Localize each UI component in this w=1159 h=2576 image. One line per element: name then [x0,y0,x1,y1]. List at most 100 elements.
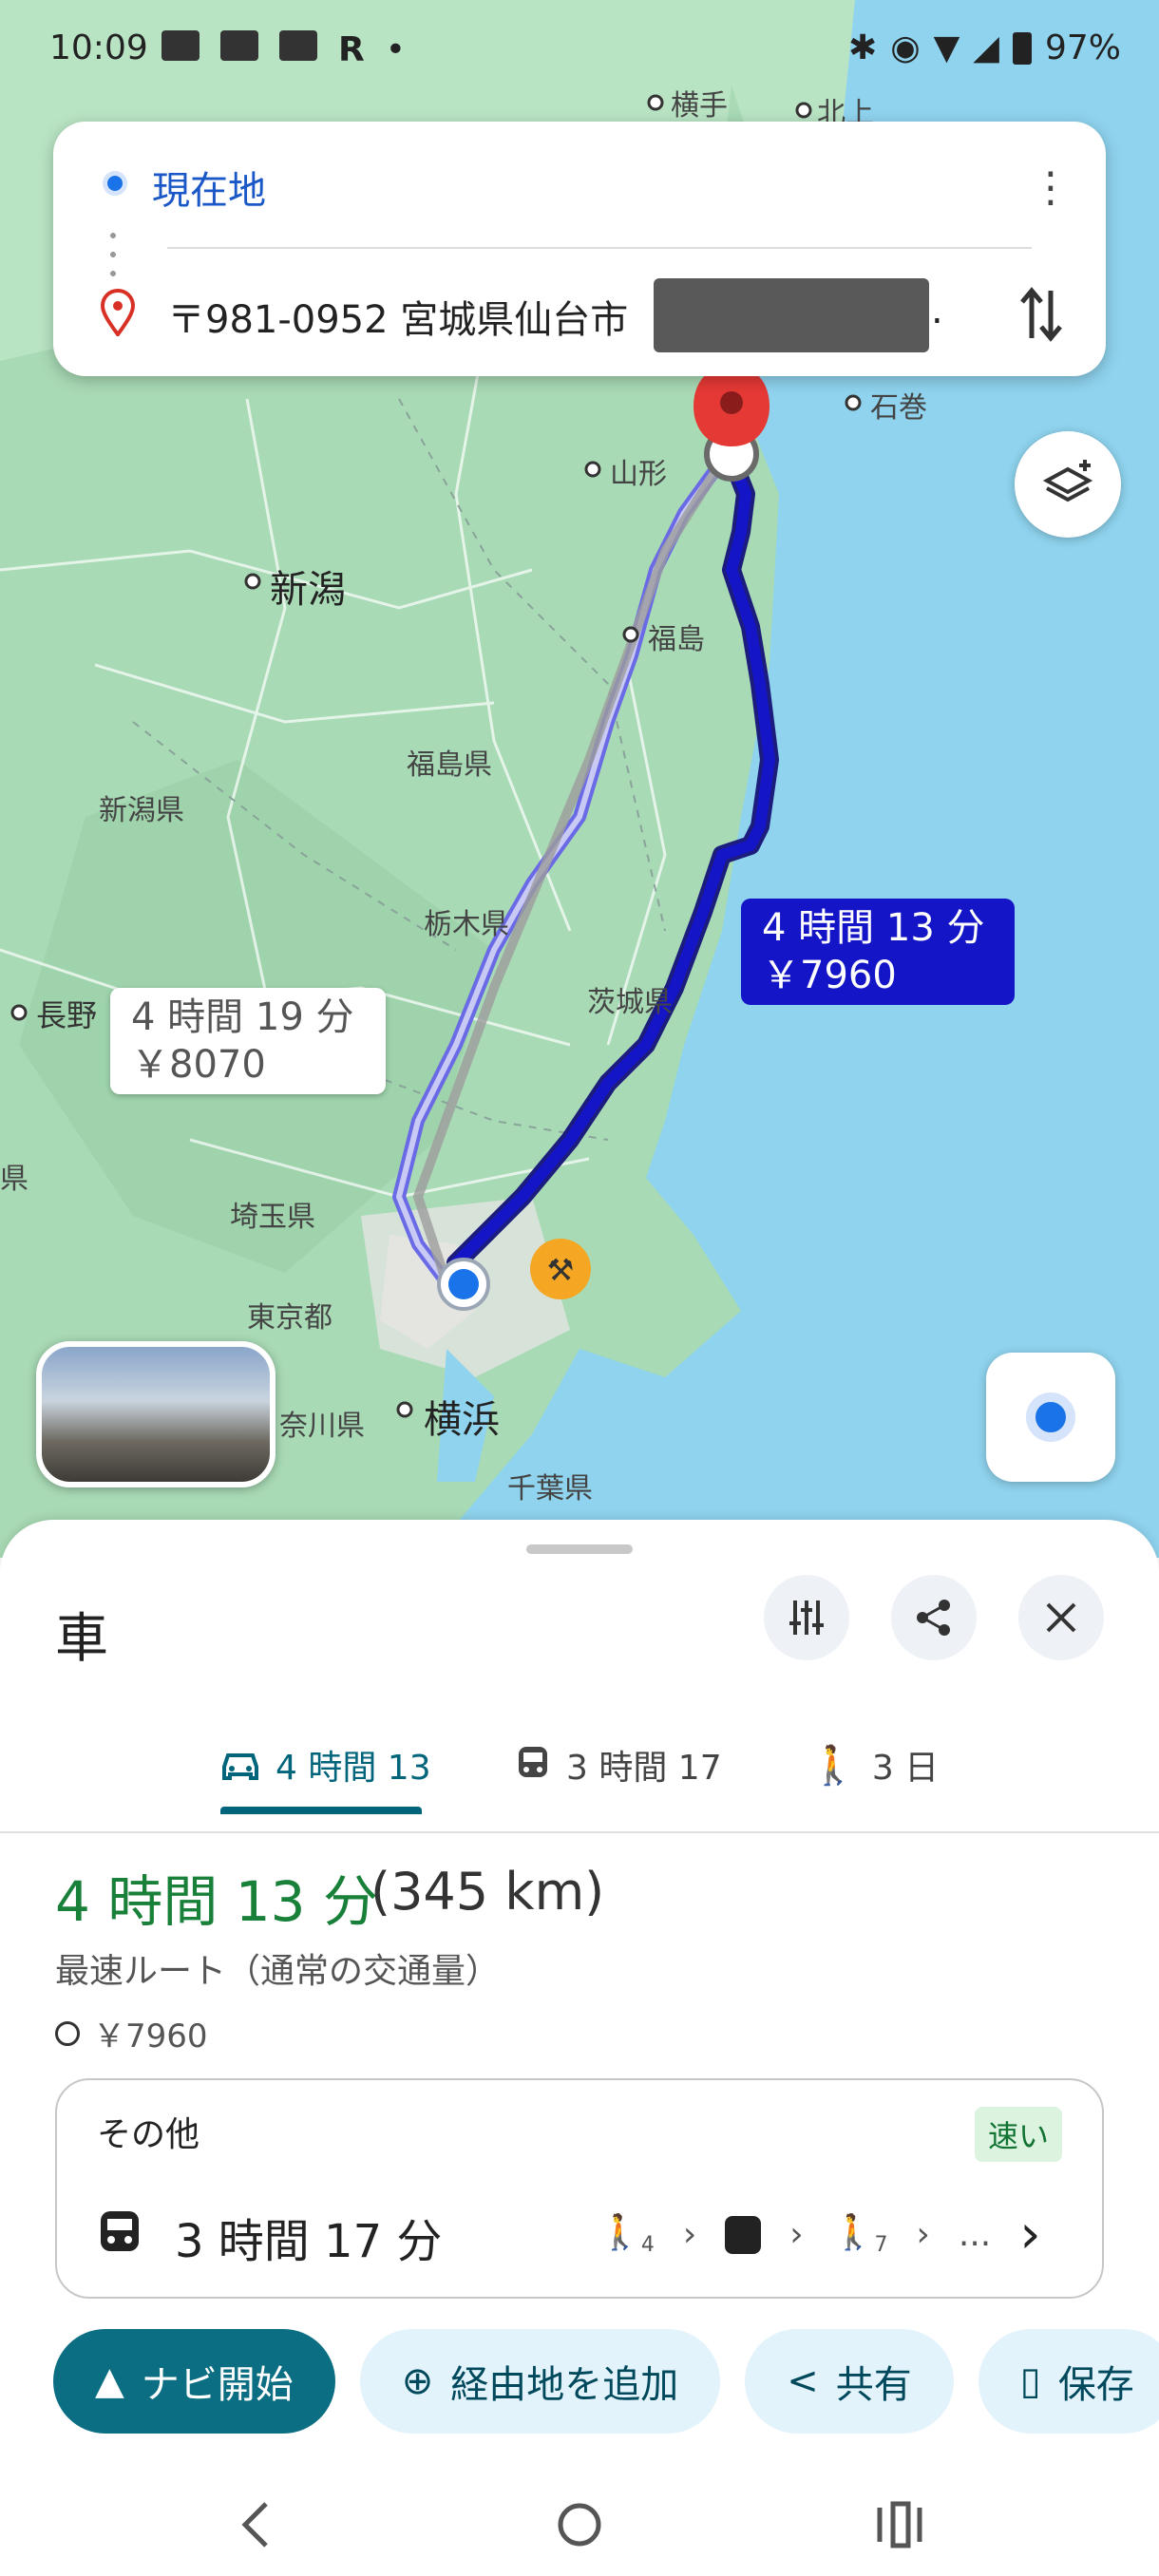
street-view-thumbnail[interactable] [36,1341,276,1487]
map-label-kanagawa-pref: 奈川県 [279,1410,365,1443]
status-bar: 10:09 R • ✱ ◉ ▼ ◢ 97% [0,0,1159,104]
map-label-niigata-pref: 新潟県 [99,794,184,827]
active-tab-indicator [220,1807,422,1814]
action-buttons: ▲ ナビ開始 ⊕ 経由地を追加 < 共有 ▯ 保存 [53,2329,1159,2434]
save-button[interactable]: ▯ 保存 [978,2329,1159,2434]
destination-field[interactable]: 〒981-0952 宮城県仙台市 [167,289,628,344]
walk-minutes-1: 4 [640,2233,655,2258]
directions-bottom-sheet: 車 4 時間 13 3 時間 17 🚶 3 日 4 時間 13 分 (345 k… [0,1520,1159,2576]
walk-icon: 🚶 [809,1743,857,1788]
youtube-icon [220,30,258,61]
share-button[interactable] [891,1575,977,1660]
map-label-niigata: 新潟 [270,568,346,612]
travel-mode-title: 車 [55,1608,108,1670]
bookmark-icon: ▯ [1019,2359,1041,2403]
share-route-label: 共有 [835,2363,912,2407]
start-navigation-label: ナビ開始 [141,2363,294,2407]
chevron-right-icon: › [789,2215,804,2254]
options-icon [789,1601,824,1635]
route-toll: ￥7960 [55,2010,208,2056]
app-icon [279,30,317,61]
share-icon [917,1600,950,1636]
save-label: 保存 [1057,2363,1134,2407]
tab-drive[interactable]: 4 時間 13 [220,1740,431,1790]
my-location-icon [1026,1392,1075,1442]
chevron-right-icon: › [916,2215,930,2254]
route-description: 最速ルート（通常の交通量） [55,1952,501,1991]
location-icon: ◉ [890,28,921,67]
recents-icon[interactable] [874,2498,923,2551]
status-time: 10:09 [49,28,148,67]
add-stop-icon: ⊕ [401,2359,434,2403]
field-divider [167,247,1032,249]
map-label-tochigi-pref: 栃木県 [424,908,509,941]
tab-drive-label: 4 時間 13 [276,1749,431,1788]
toll-icon [55,2020,80,2046]
redacted-address [654,278,929,352]
tab-walk[interactable]: 🚶 3 日 [809,1740,939,1790]
bluetooth-icon: ✱ [848,28,878,67]
home-icon[interactable] [555,2498,604,2551]
add-stop-button[interactable]: ⊕ 経由地を追加 [359,2329,721,2434]
dot-icon: • [385,30,406,69]
map-label-saitama-pref: 埼玉県 [230,1201,315,1234]
layers-button[interactable] [1015,431,1121,538]
walk-icon: 🚶4 [598,2212,655,2258]
map-label-edge-ken: 県 [0,1163,28,1196]
sheet-drag-handle[interactable] [526,1544,633,1554]
battery-icon [1012,31,1032,65]
layers-icon [1042,460,1093,502]
add-stop-label: 経由地を追加 [450,2363,679,2407]
my-location-button[interactable] [986,1353,1115,1482]
map-label-tokyo-pref: 東京都 [247,1301,332,1335]
route-duration: 4 時間 13 分 [55,1869,379,1934]
transit-duration: 3 時間 17 分 [175,2215,443,2268]
tab-walk-label: 3 日 [871,1749,940,1788]
r-icon: R [338,30,365,69]
route-options-button[interactable] [764,1575,849,1660]
ellipsis: ... [958,2215,992,2254]
map-label-yokohama: 横浜 [424,1398,500,1442]
walk-icon: 🚶7 [831,2212,888,2258]
other-routes-card[interactable]: その他 速い 3 時間 17 分 🚶4 › › 🚶7 › ... › [55,2078,1104,2299]
back-icon[interactable] [238,2498,276,2551]
share-icon: < [787,2359,819,2403]
start-navigation-button[interactable]: ▲ ナビ開始 [53,2329,335,2434]
status-left-icons: R • [162,30,406,69]
train-icon [101,2211,139,2251]
share-route-button[interactable]: < 共有 [745,2329,954,2434]
map-label-fukushima-pref: 福島県 [407,748,492,782]
route-toll-value: ￥7960 [93,2017,208,2055]
alt-route-toll: ￥8070 [131,1043,266,1087]
svg-text:⚒: ⚒ [547,1252,575,1288]
primary-route-label[interactable]: 4 時間 13 分 ￥7960 [741,899,1015,1005]
car-icon [222,1753,258,1780]
navigation-icon: ▲ [95,2359,124,2403]
status-right: ✱ ◉ ▼ ◢ 97% [848,28,1121,67]
close-button[interactable] [1018,1575,1104,1660]
alt-route-time: 4 時間 19 分 [131,995,354,1039]
map-label-chiba-pref: 千葉県 [507,1472,593,1506]
fast-badge: 速い [974,2107,1062,2162]
more-options-icon[interactable]: ⋮ [1030,160,1072,217]
chevron-right-icon[interactable]: › [1019,2204,1040,2265]
wifi-icon: ▼ [933,28,960,67]
alt-route-label[interactable]: 4 時間 19 分 ￥8070 [110,988,386,1094]
origin-dot-icon [103,171,127,196]
tab-transit[interactable]: 3 時間 17 [515,1740,722,1790]
swap-icon[interactable] [1015,281,1068,348]
walk-minutes-2: 7 [874,2233,888,2258]
mail-icon [162,30,200,61]
map-label-ishinomaki: 石巻 [870,391,927,425]
tab-transit-label: 3 時間 17 [566,1749,722,1788]
origin-field[interactable]: 現在地 [152,160,266,215]
map-label-yamagata: 山形 [610,458,667,491]
map-label-fukushima: 福島 [648,623,705,656]
route-dots-icon [110,226,116,283]
battery-percent: 97% [1044,28,1121,67]
directions-search-card: 現在地 〒981-0952 宮城県仙台市 . ⋮ [53,122,1106,376]
destination-suffix: . [931,289,943,332]
primary-route-toll: ￥7960 [762,954,897,997]
primary-route-time: 4 時間 13 分 [762,906,985,950]
destination-pin-icon [100,289,136,336]
